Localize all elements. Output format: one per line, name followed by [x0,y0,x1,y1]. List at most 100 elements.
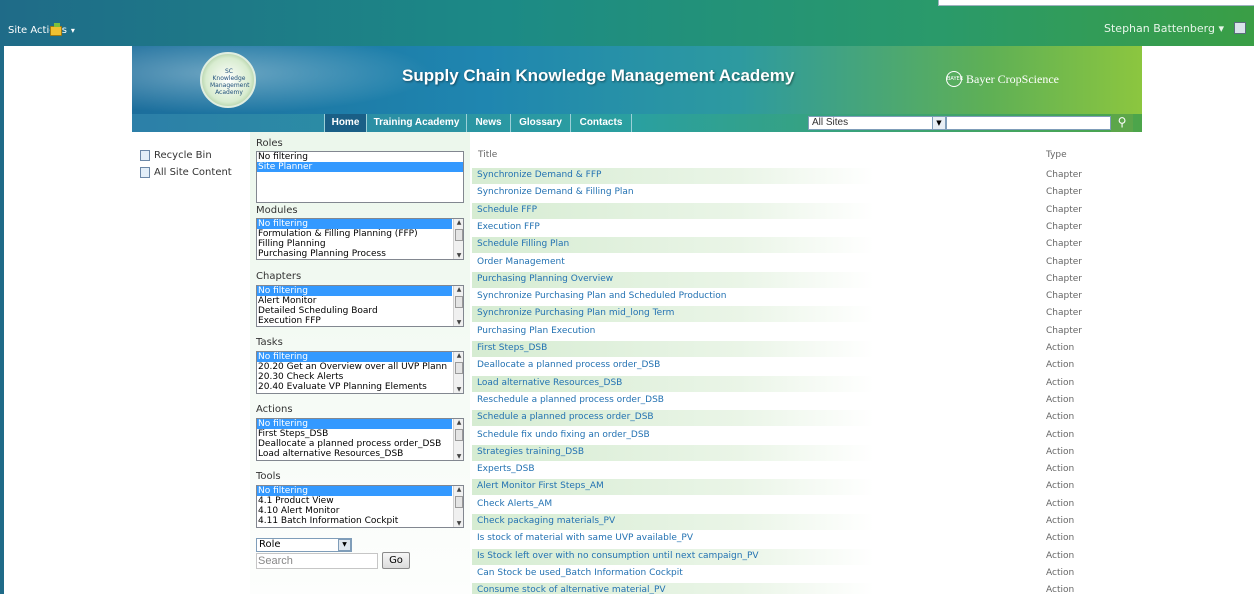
search-scope-select[interactable]: All Sites [808,116,944,130]
row-title-link[interactable]: Deallocate a planned process order_DSB [477,360,660,370]
scrollbar[interactable]: ▲ ▼ [453,419,463,460]
navigate-up-icon[interactable] [50,23,62,36]
site-actions-menu[interactable]: Site Actions ▾ [8,25,75,36]
row-type: Chapter [1046,187,1082,197]
table-row: First Steps_DSB Action [472,341,1142,357]
row-title-link[interactable]: Consume stock of alternative material_PV [477,585,666,594]
row-title-link[interactable]: Is stock of material with same UVP avail… [477,533,693,543]
row-type: Action [1046,585,1075,594]
list-option[interactable]: 20.40 Evaluate VP Planning Elements [257,382,452,392]
scrollbar[interactable]: ▲ ▼ [453,352,463,393]
row-title-link[interactable]: Schedule fix undo fixing an order_DSB [477,430,650,440]
filter-search-input[interactable]: Search [256,553,378,569]
roles-listbox[interactable]: No filtering Site Planner [256,151,464,203]
list-option-selected[interactable]: No filtering [257,219,452,229]
scroll-down-icon[interactable]: ▼ [455,319,463,326]
list-option-selected[interactable]: No filtering [257,352,452,362]
scroll-down-icon[interactable]: ▼ [455,252,463,259]
nav-news[interactable]: News [466,114,510,132]
row-title-link[interactable]: Purchasing Plan Execution [477,326,595,336]
table-row: Check packaging materials_PV Action [472,514,1142,530]
scrollbar[interactable]: ▲ ▼ [453,486,463,527]
modules-listbox[interactable]: No filtering Formulation & Filling Plann… [256,218,464,260]
chevron-down-icon[interactable]: ▼ [932,116,946,130]
row-title-link[interactable]: First Steps_DSB [477,343,547,353]
go-button[interactable]: Go [382,552,410,569]
actions-listbox[interactable]: No filtering First Steps_DSB Deallocate … [256,418,464,461]
nav-contacts[interactable]: Contacts [570,114,632,132]
table-row: Schedule a planned process order_DSB Acti… [472,410,1142,426]
row-title-link[interactable]: Schedule a planned process order_DSB [477,412,654,422]
scroll-thumb[interactable] [455,496,463,508]
scroll-up-icon[interactable]: ▲ [455,419,463,426]
list-option[interactable]: 20.30 Check Alerts [257,372,452,382]
row-title-link[interactable]: Synchronize Demand & Filling Plan [477,187,634,197]
scroll-down-icon[interactable]: ▼ [455,520,463,527]
scroll-up-icon[interactable]: ▲ [455,219,463,226]
nav-training-academy[interactable]: Training Academy [366,114,466,132]
column-header-type[interactable]: Type [1046,150,1067,160]
row-title-link[interactable]: Can Stock be used_Batch Information Cock… [477,568,683,578]
list-option[interactable]: Alert Monitor [257,296,452,306]
row-title-link[interactable]: Synchronize Demand & FFP [477,170,601,180]
nav-glossary[interactable]: Glossary [510,114,570,132]
academy-logo[interactable]: SC Knowledge Management Academy [200,52,256,108]
list-option[interactable]: 4.11 Batch Information Cockpit [257,516,452,526]
chevron-down-icon[interactable]: ▼ [338,539,351,551]
row-title-link[interactable]: Is Stock left over with no consumption u… [477,551,759,561]
scroll-up-icon[interactable]: ▲ [455,286,463,293]
scroll-thumb[interactable] [455,429,463,441]
scroll-thumb[interactable] [455,229,463,241]
scroll-up-icon[interactable]: ▲ [455,352,463,359]
scrollbar[interactable]: ▲ ▼ [453,219,463,259]
all-site-content-link[interactable]: All Site Content [140,167,232,178]
recycle-bin-link[interactable]: Recycle Bin [140,150,212,161]
list-option-selected[interactable]: No filtering [257,486,452,496]
user-menu[interactable]: Stephan Battenberg ▾ [1104,22,1224,35]
list-option[interactable]: Load alternative Resources_DSB [257,449,452,459]
list-option[interactable]: Execution FFP [257,316,452,326]
row-title-link[interactable]: Check Alerts_AM [477,499,552,509]
list-option[interactable]: Purchasing Planning Process [257,249,452,259]
chapters-listbox[interactable]: No filtering Alert Monitor Detailed Sche… [256,285,464,327]
list-option[interactable]: No filtering [257,152,463,162]
row-title-link[interactable]: Execution FFP [477,222,540,232]
row-title-link[interactable]: Purchasing Planning Overview [477,274,613,284]
row-title-link[interactable]: Order Management [477,257,565,267]
row-title-link[interactable]: Schedule Filling Plan [477,239,569,249]
scroll-thumb[interactable] [455,362,463,374]
list-option[interactable]: Detailed Scheduling Board [257,306,452,316]
list-option[interactable]: 20.20 Get an Overview over all UVP Plann [257,362,452,372]
list-option[interactable]: 4.10 Alert Monitor [257,506,452,516]
nav-home[interactable]: Home [324,114,366,132]
scrollbar[interactable]: ▲ ▼ [453,286,463,326]
row-title-link[interactable]: Strategies training_DSB [477,447,584,457]
row-type: Chapter [1046,274,1082,284]
list-option[interactable]: First Steps_DSB [257,429,452,439]
list-option-selected[interactable]: No filtering [257,286,452,296]
column-header-title[interactable]: Title [478,150,497,160]
row-title-link[interactable]: Load alternative Resources_DSB [477,378,622,388]
list-option[interactable]: Formulation & Filling Planning (FFP) [257,229,452,239]
row-title-link[interactable]: Check packaging materials_PV [477,516,615,526]
scroll-up-icon[interactable]: ▲ [455,486,463,493]
list-option-selected[interactable]: Site Planner [257,162,463,172]
row-title-link[interactable]: Experts_DSB [477,464,535,474]
row-title-link[interactable]: Schedule FFP [477,205,537,215]
tasks-listbox[interactable]: No filtering 20.20 Get an Overview over … [256,351,464,394]
scroll-down-icon[interactable]: ▼ [455,386,463,393]
scroll-down-icon[interactable]: ▼ [455,453,463,460]
search-icon[interactable]: ⚲ [1111,114,1133,132]
row-title-link[interactable]: Alert Monitor First Steps_AM [477,481,604,491]
page-icon[interactable] [1234,22,1246,34]
row-title-link[interactable]: Synchronize Purchasing Plan mid_long Ter… [477,308,674,318]
scroll-thumb[interactable] [455,296,463,308]
tools-listbox[interactable]: No filtering 4.1 Product View 4.10 Alert… [256,485,464,528]
list-option-selected[interactable]: No filtering [257,419,452,429]
row-title-link[interactable]: Synchronize Purchasing Plan and Schedule… [477,291,726,301]
list-option[interactable]: 4.1 Product View [257,496,452,506]
site-search-input[interactable] [946,116,1111,130]
list-option[interactable]: Deallocate a planned process order_DSB [257,439,452,449]
list-option[interactable]: Filling Planning [257,239,452,249]
row-title-link[interactable]: Reschedule a planned process order_DSB [477,395,664,405]
